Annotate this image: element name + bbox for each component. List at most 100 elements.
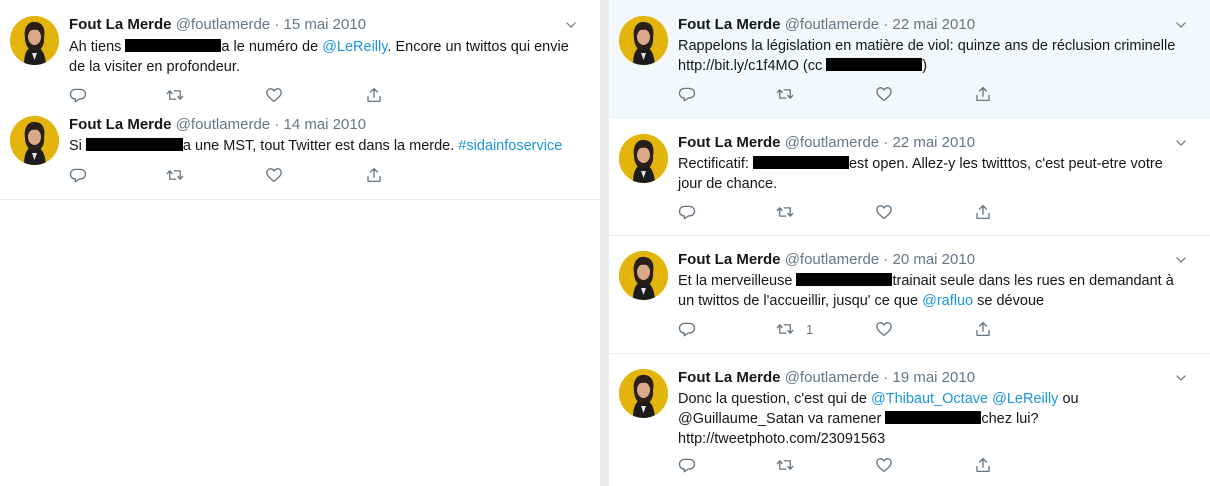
share-icon[interactable] (974, 84, 992, 104)
avatar[interactable] (619, 134, 668, 183)
tweet-header: Fout La Merde @foutlamerde · 20 mai 2010 (678, 250, 1196, 270)
reply-icon[interactable] (69, 85, 87, 105)
display-name[interactable]: Fout La Merde (678, 369, 781, 386)
tweet-header: Fout La Merde @foutlamerde · 19 mai 2010 (678, 368, 1196, 388)
redaction-bar (885, 411, 982, 424)
tweet-date[interactable]: 15 mai 2010 (283, 16, 366, 33)
text-segment: a une MST, tout Twitter est dans la merd… (182, 138, 459, 154)
chevron-down-icon[interactable] (1174, 133, 1188, 153)
chevron-down-icon[interactable] (564, 15, 578, 35)
separator: · (274, 116, 280, 133)
tweet[interactable]: Fout La Merde @foutlamerde · 19 mai 2010… (609, 354, 1210, 486)
username[interactable]: @foutlamerde (176, 116, 270, 133)
tweet-text: Rectificatif: est open. Allez-y les twit… (678, 154, 1196, 194)
heart-icon[interactable] (875, 455, 893, 475)
reply-icon[interactable] (678, 84, 696, 104)
heart-icon[interactable] (265, 165, 283, 185)
avatar[interactable] (619, 16, 668, 65)
text-segment: ou (1058, 391, 1079, 407)
mention-link[interactable]: @rafluo (922, 293, 973, 309)
retweet-icon[interactable] (166, 165, 184, 185)
separator: · (883, 134, 889, 151)
heart-icon[interactable] (265, 85, 283, 105)
tweet-actions (678, 455, 1058, 475)
reply-icon[interactable] (678, 455, 696, 475)
reply-icon[interactable] (678, 319, 696, 339)
display-name[interactable]: Fout La Merde (678, 134, 781, 151)
tweet-text: Ah tiens a le numéro de @LeReilly. Encor… (69, 37, 586, 77)
display-name[interactable]: Fout La Merde (69, 16, 172, 33)
chevron-down-icon[interactable] (1174, 368, 1188, 388)
username[interactable]: @foutlamerde (785, 134, 879, 151)
share-icon[interactable] (974, 455, 992, 475)
tweet[interactable]: Fout La Merde @foutlamerde · 22 mai 2010… (609, 118, 1210, 236)
tweet-text: Si a une MST, tout Twitter est dans la m… (69, 136, 586, 156)
avatar[interactable] (10, 16, 59, 65)
tweet[interactable]: Fout La Merde @foutlamerde · 20 mai 2010… (609, 236, 1210, 354)
heart-icon[interactable] (875, 84, 893, 104)
separator: · (883, 16, 889, 33)
separator: · (274, 16, 280, 33)
tweet-header: Fout La Merde @foutlamerde · 22 mai 2010 (678, 15, 1196, 35)
text-segment: . Encore un twittos qui envie (387, 39, 569, 55)
heart-icon[interactable] (875, 202, 893, 222)
avatar[interactable] (10, 116, 59, 165)
avatar[interactable] (619, 369, 668, 418)
tweet[interactable]: Fout La Merde @foutlamerde · 14 mai 2010… (0, 110, 600, 200)
hashtag-link[interactable]: #sidainfoservice (458, 138, 562, 154)
text-line: de la visiter en profondeur. (69, 59, 240, 75)
chevron-down-icon[interactable] (1174, 250, 1188, 270)
tweet-actions (69, 85, 449, 105)
heart-icon[interactable] (875, 319, 893, 339)
timeline-left: Fout La Merde @foutlamerde · 15 mai 2010… (0, 0, 600, 200)
text-segment: Si (69, 138, 86, 154)
tweet-date[interactable]: 19 mai 2010 (892, 369, 975, 386)
text-line: jour de chance. (678, 176, 778, 192)
tweet-date[interactable]: 14 mai 2010 (283, 116, 366, 133)
share-icon[interactable] (365, 85, 383, 105)
redaction-bar (796, 273, 893, 286)
text-segment: http://bit.ly/c1f4MO (cc (678, 58, 827, 74)
retweet-icon[interactable] (776, 84, 794, 104)
text-segment: Donc la question, c'est qui de (678, 391, 871, 407)
display-name[interactable]: Fout La Merde (69, 116, 172, 133)
reply-icon[interactable] (678, 202, 696, 222)
redaction-bar (125, 39, 222, 52)
mention-link[interactable]: @Thibaut_Octave (871, 391, 988, 407)
tweet-actions (69, 165, 449, 185)
share-icon[interactable] (974, 319, 992, 339)
display-name[interactable]: Fout La Merde (678, 16, 781, 33)
retweet-icon[interactable]: 1 (776, 319, 813, 339)
timeline-right: Fout La Merde @foutlamerde · 22 mai 2010… (608, 0, 1210, 486)
separator: · (883, 251, 889, 268)
share-icon[interactable] (974, 202, 992, 222)
retweet-icon[interactable] (166, 85, 184, 105)
reply-icon[interactable] (69, 165, 87, 185)
tweet-date[interactable]: 22 mai 2010 (892, 16, 975, 33)
username[interactable]: @foutlamerde (785, 369, 879, 386)
text-segment: Ah tiens (69, 39, 126, 55)
redaction-bar (752, 156, 849, 169)
chevron-down-icon[interactable] (1174, 15, 1188, 35)
username[interactable]: @foutlamerde (785, 251, 879, 268)
username[interactable]: @foutlamerde (785, 16, 879, 33)
mention-link[interactable]: @LeReilly (992, 391, 1058, 407)
tweet-text: Et la merveilleuse trainait seule dans l… (678, 271, 1196, 311)
share-icon[interactable] (365, 165, 383, 185)
retweet-icon[interactable] (776, 455, 794, 475)
text-line: http://tweetphoto.com/23091563 (678, 431, 886, 447)
tweet-date[interactable]: 22 mai 2010 (892, 134, 975, 151)
column-divider (600, 0, 608, 486)
avatar[interactable] (619, 251, 668, 300)
text-line: Rappelons la législation en matière de v… (678, 38, 1176, 54)
username[interactable]: @foutlamerde (176, 16, 270, 33)
mention-link[interactable]: @LeReilly (322, 39, 387, 55)
text-segment: @Guillaume_Satan va ramener (678, 411, 886, 427)
tweet-date[interactable]: 20 mai 2010 (892, 251, 975, 268)
redaction-bar (85, 138, 183, 151)
tweet[interactable]: Fout La Merde @foutlamerde · 22 mai 2010… (609, 0, 1210, 118)
tweet[interactable]: Fout La Merde @foutlamerde · 15 mai 2010… (0, 0, 600, 110)
display-name[interactable]: Fout La Merde (678, 251, 781, 268)
tweet-header: Fout La Merde @foutlamerde · 22 mai 2010 (678, 133, 1196, 153)
retweet-icon[interactable] (776, 202, 794, 222)
